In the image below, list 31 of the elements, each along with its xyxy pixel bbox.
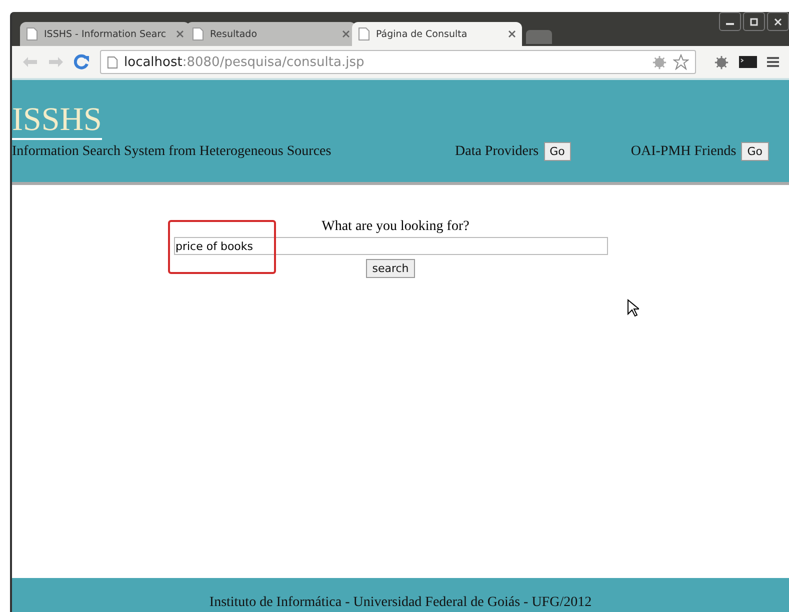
menu-icon[interactable] — [767, 56, 779, 68]
reload-icon[interactable] — [74, 54, 90, 70]
nav-label: OAI-PMH Friends — [630, 144, 736, 160]
close-icon — [773, 16, 783, 26]
search-button[interactable]: search — [366, 259, 415, 278]
maximize-icon — [749, 16, 759, 26]
close-button[interactable] — [767, 12, 789, 31]
maximize-button[interactable] — [743, 12, 765, 31]
star-icon[interactable] — [673, 54, 689, 70]
terminal-icon[interactable] — [739, 56, 757, 68]
page-icon — [26, 27, 38, 41]
browser-tab[interactable]: Resultado — [186, 22, 356, 46]
close-icon[interactable] — [508, 30, 516, 38]
close-icon[interactable] — [176, 30, 184, 38]
page-icon — [107, 56, 118, 68]
close-icon[interactable] — [342, 30, 350, 38]
footer-text: Instituto de Informática - Universidad Federal de Goiás - UFG/2012 — [209, 595, 592, 611]
go-button[interactable]: Go — [544, 142, 571, 161]
browser-tab[interactable]: ISSHS - Information Searc — [20, 22, 190, 46]
minimize-button[interactable] — [719, 12, 741, 31]
browser-tab[interactable]: Página de Consulta — [352, 22, 522, 46]
go-button[interactable]: Go — [741, 142, 769, 161]
address-bar[interactable]: localhost:8080/pesquisa/consulta.jsp — [100, 50, 696, 74]
nav-label: Data Providers — [455, 144, 539, 160]
search-prompt: What are you looking for? — [322, 219, 470, 235]
site-subtitle: Information Search System from Heterogeneous Sources — [12, 144, 332, 160]
page-icon — [192, 27, 204, 41]
cursor-icon — [627, 299, 639, 317]
minimize-icon — [726, 23, 734, 25]
page-icon — [358, 27, 370, 41]
search-field[interactable]: price of books — [174, 237, 608, 255]
